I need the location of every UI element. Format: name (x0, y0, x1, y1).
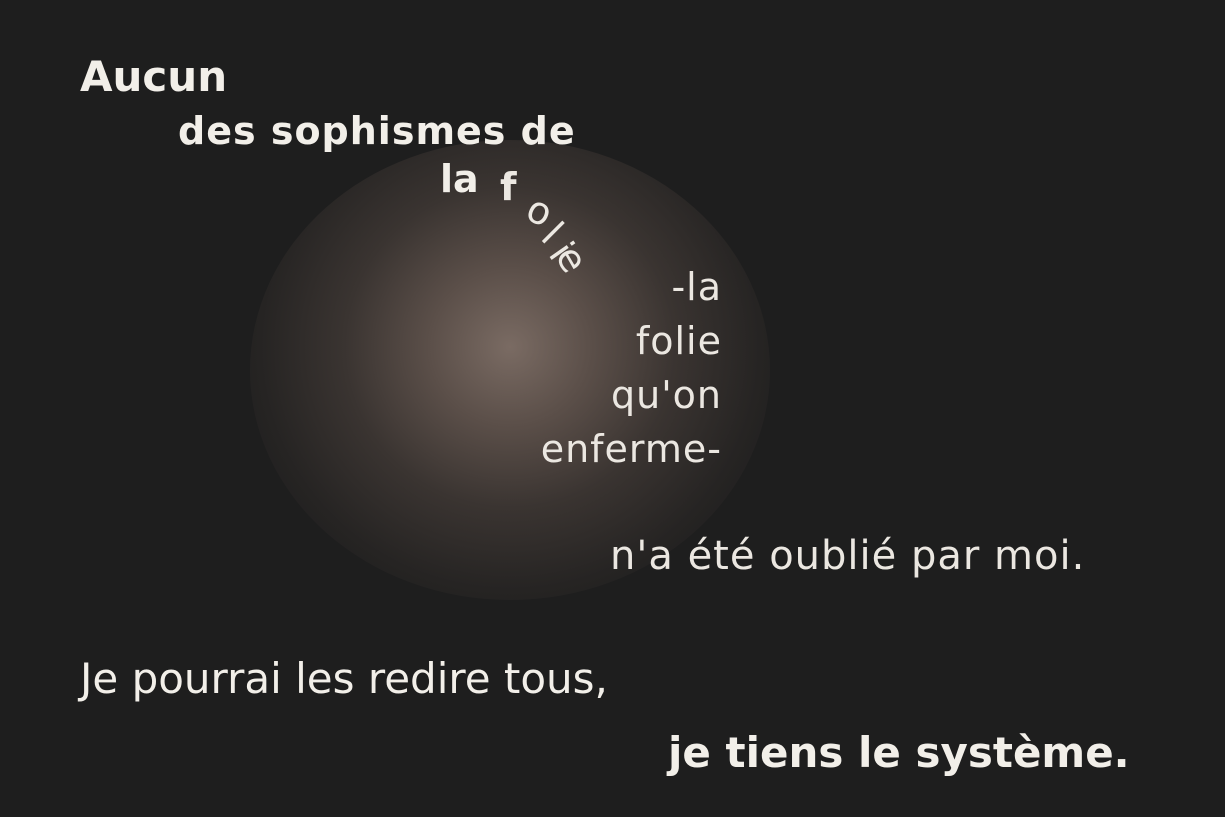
poem-line-redire: Je pourrai les redire tous, (80, 654, 608, 703)
poem-line-systeme: je tiens le système. (668, 728, 1130, 777)
poem-line-oublie: n'a été oublié par moi. (610, 533, 1086, 579)
radial-glow (250, 140, 770, 600)
poem-line-enferme: enferme- (540, 427, 722, 471)
curved-letter-f: f (500, 165, 517, 209)
poem-line-la: la (440, 157, 479, 201)
poem-line-la-dash: -la (671, 265, 722, 309)
poem-line-folie: folie (635, 319, 722, 363)
poem-line-quon: qu'on (611, 373, 722, 417)
poem-line-des-sophismes: des sophismes de (178, 109, 576, 153)
poem-line-aucun: Aucun (80, 52, 228, 101)
curved-letter-e: e (546, 237, 597, 281)
poem-canvas: { "poem": { "line1": "Aucun", "line2": "… (0, 0, 1225, 817)
